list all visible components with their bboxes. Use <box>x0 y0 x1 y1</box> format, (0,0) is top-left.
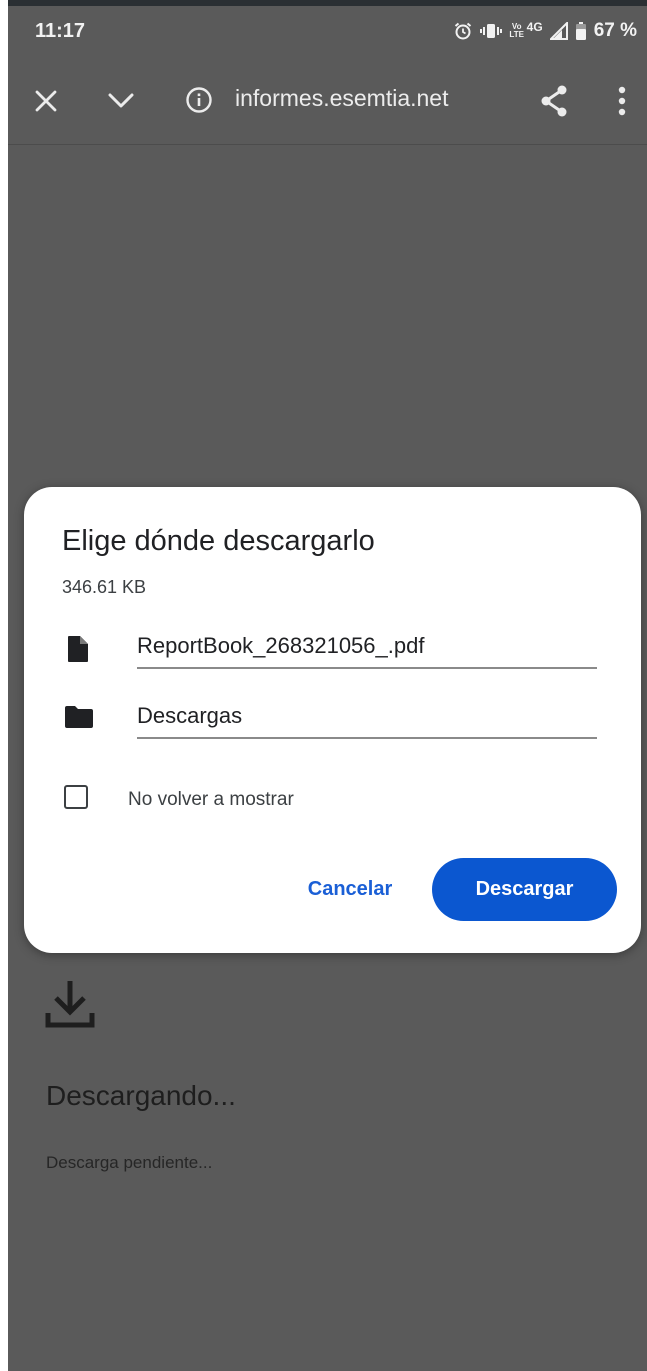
folder-field[interactable]: Descargas <box>137 703 597 739</box>
download-status: Descarga pendiente... <box>46 1153 213 1172</box>
dont-show-again-checkbox[interactable] <box>64 785 88 809</box>
info-icon[interactable] <box>185 86 213 119</box>
url-text[interactable]: informes.esemtia.net <box>235 85 448 112</box>
alarm-icon <box>453 21 473 41</box>
close-icon[interactable] <box>34 89 58 118</box>
file-name-field[interactable]: ReportBook_268321056_.pdf <box>137 633 597 669</box>
status-time: 11:17 <box>35 20 86 42</box>
battery-percentage: 67 % <box>593 20 637 41</box>
dont-show-again-label[interactable]: No volver a mostrar <box>128 789 294 811</box>
download-icon <box>42 977 98 1038</box>
browser-toolbar: informes.esemtia.net <box>8 60 647 145</box>
phone-screen: 11:17 Vo LTE 4G 67 % informes.esemtia.ne… <box>8 0 647 1371</box>
download-title: Descargando... <box>46 1080 236 1111</box>
volte-label: Vo LTE <box>509 22 524 39</box>
vibrate-icon <box>479 21 502 41</box>
battery-icon <box>575 21 587 41</box>
folder-icon <box>64 705 94 734</box>
dialog-title: Elige dónde descargarlo <box>62 525 375 557</box>
signal-icon <box>549 22 568 40</box>
status-icons: Vo LTE 4G 67 % <box>453 18 637 44</box>
chevron-down-icon[interactable] <box>108 92 134 115</box>
download-location-dialog: Elige dónde descargarlo 346.61 KB Report… <box>24 487 641 953</box>
share-icon[interactable] <box>538 84 570 123</box>
file-icon <box>67 635 89 668</box>
network-indicator: Vo LTE 4G <box>509 20 543 39</box>
file-size: 346.61 KB <box>62 577 147 597</box>
download-button[interactable]: Descargar <box>432 858 617 921</box>
file-name-text: ReportBook_268321056_.pdf <box>137 633 425 658</box>
more-vert-icon[interactable] <box>618 86 626 121</box>
network-type: 4G <box>526 20 543 34</box>
cancel-button[interactable]: Cancelar <box>290 859 410 919</box>
status-bar: 11:17 Vo LTE 4G 67 % <box>8 6 647 60</box>
folder-name-text: Descargas <box>137 703 243 728</box>
